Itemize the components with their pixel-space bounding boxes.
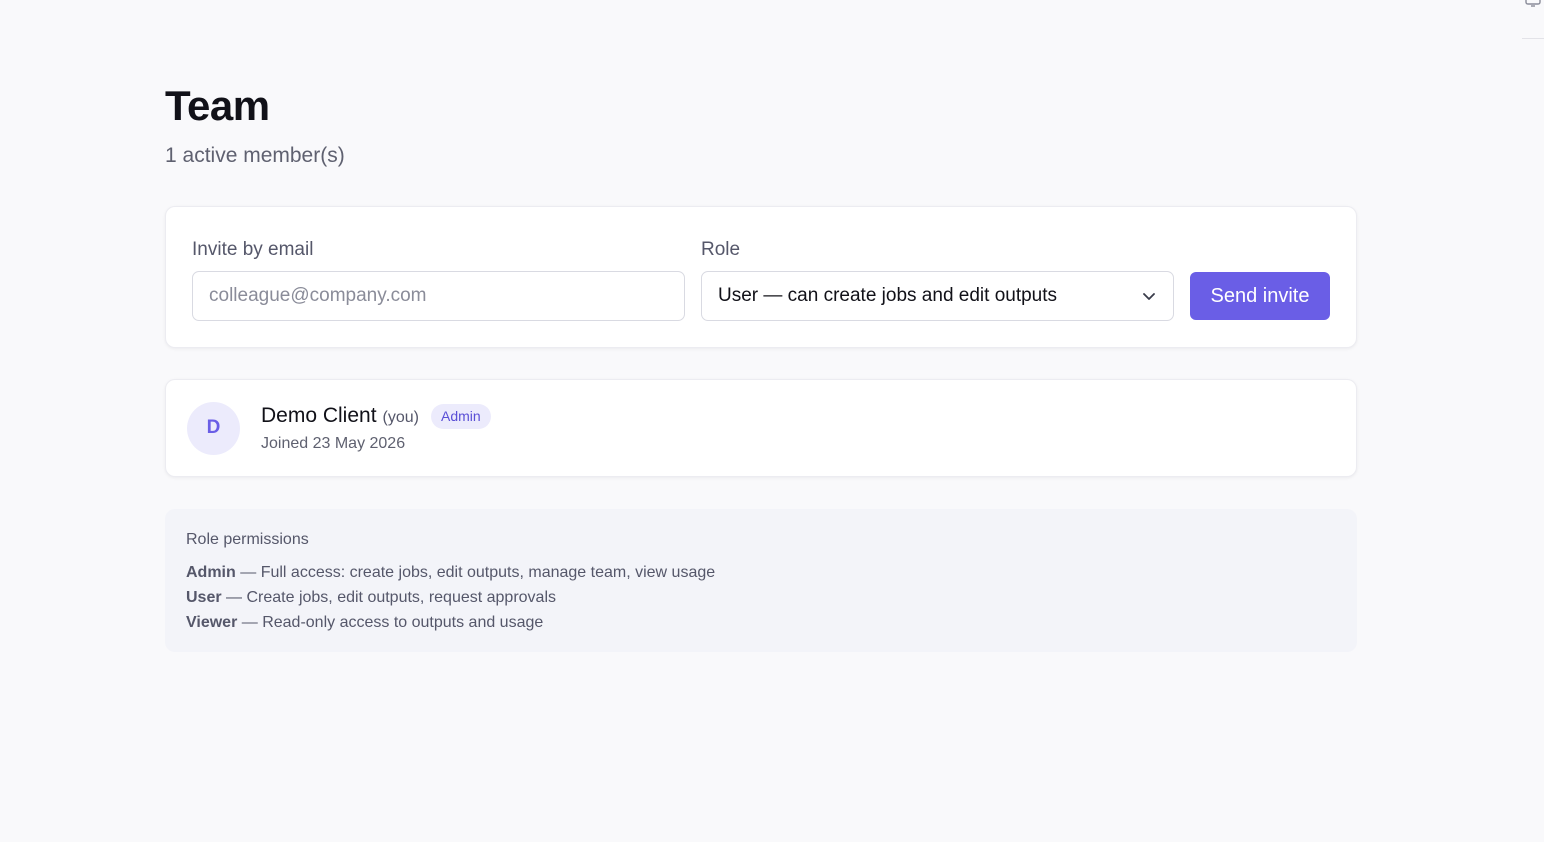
permission-admin: Admin — Full access: create jobs, edit o… — [186, 560, 1336, 585]
avatar: D — [187, 401, 240, 455]
chevron-down-icon — [1141, 288, 1157, 304]
member-name: Demo Client — [261, 404, 377, 427]
email-label: Invite by email — [192, 239, 314, 260]
invite-card: Invite by email Role User — can create j… — [165, 206, 1357, 348]
member-name-line: Demo Client (you) Admin — [261, 403, 491, 429]
permission-description: Create jobs, edit outputs, request appro… — [246, 589, 556, 606]
role-badge: Admin — [431, 403, 491, 429]
permission-separator: — — [240, 564, 261, 581]
notification-icon[interactable] — [1524, 0, 1542, 8]
permission-separator: — — [241, 614, 263, 631]
permission-description: Read-only access to outputs and usage — [262, 614, 544, 631]
permission-role-name: Admin — [186, 564, 236, 581]
member-info: Demo Client (you) Admin Joined 23 May 20… — [261, 403, 491, 453]
role-permissions-panel: Role permissions Admin — Full access: cr… — [165, 509, 1357, 652]
page-title: Team — [165, 82, 270, 129]
team-page: Team 1 active member(s) Invite by email … — [165, 80, 1357, 652]
member-row: D Demo Client (you) Admin Joined 23 May … — [165, 379, 1357, 477]
permission-user: User — Create jobs, edit outputs, reques… — [186, 585, 1336, 610]
role-field-group: Role User — can create jobs and edit out… — [701, 238, 1174, 321]
role-select-value: User — can create jobs and edit outputs — [718, 285, 1058, 306]
send-invite-button[interactable]: Send invite — [1190, 272, 1330, 320]
permission-description: Full access: create jobs, edit outputs, … — [260, 564, 716, 581]
permission-viewer: Viewer — Read-only access to outputs and… — [186, 610, 1336, 635]
role-label: Role — [701, 239, 741, 260]
member-count: 1 active member(s) — [165, 144, 345, 167]
permission-separator: — — [226, 589, 247, 606]
top-right-divider — [1522, 38, 1544, 39]
permission-role-name: User — [186, 589, 222, 606]
role-select[interactable]: User — can create jobs and edit outputs — [701, 271, 1174, 321]
member-you-label: (you) — [382, 408, 419, 426]
member-joined-date: Joined 23 May 2026 — [261, 434, 406, 452]
permissions-title: Role permissions — [186, 531, 309, 548]
email-field-group: Invite by email — [192, 238, 685, 321]
invite-email-input[interactable] — [192, 271, 685, 321]
permission-role-name: Viewer — [186, 614, 238, 631]
